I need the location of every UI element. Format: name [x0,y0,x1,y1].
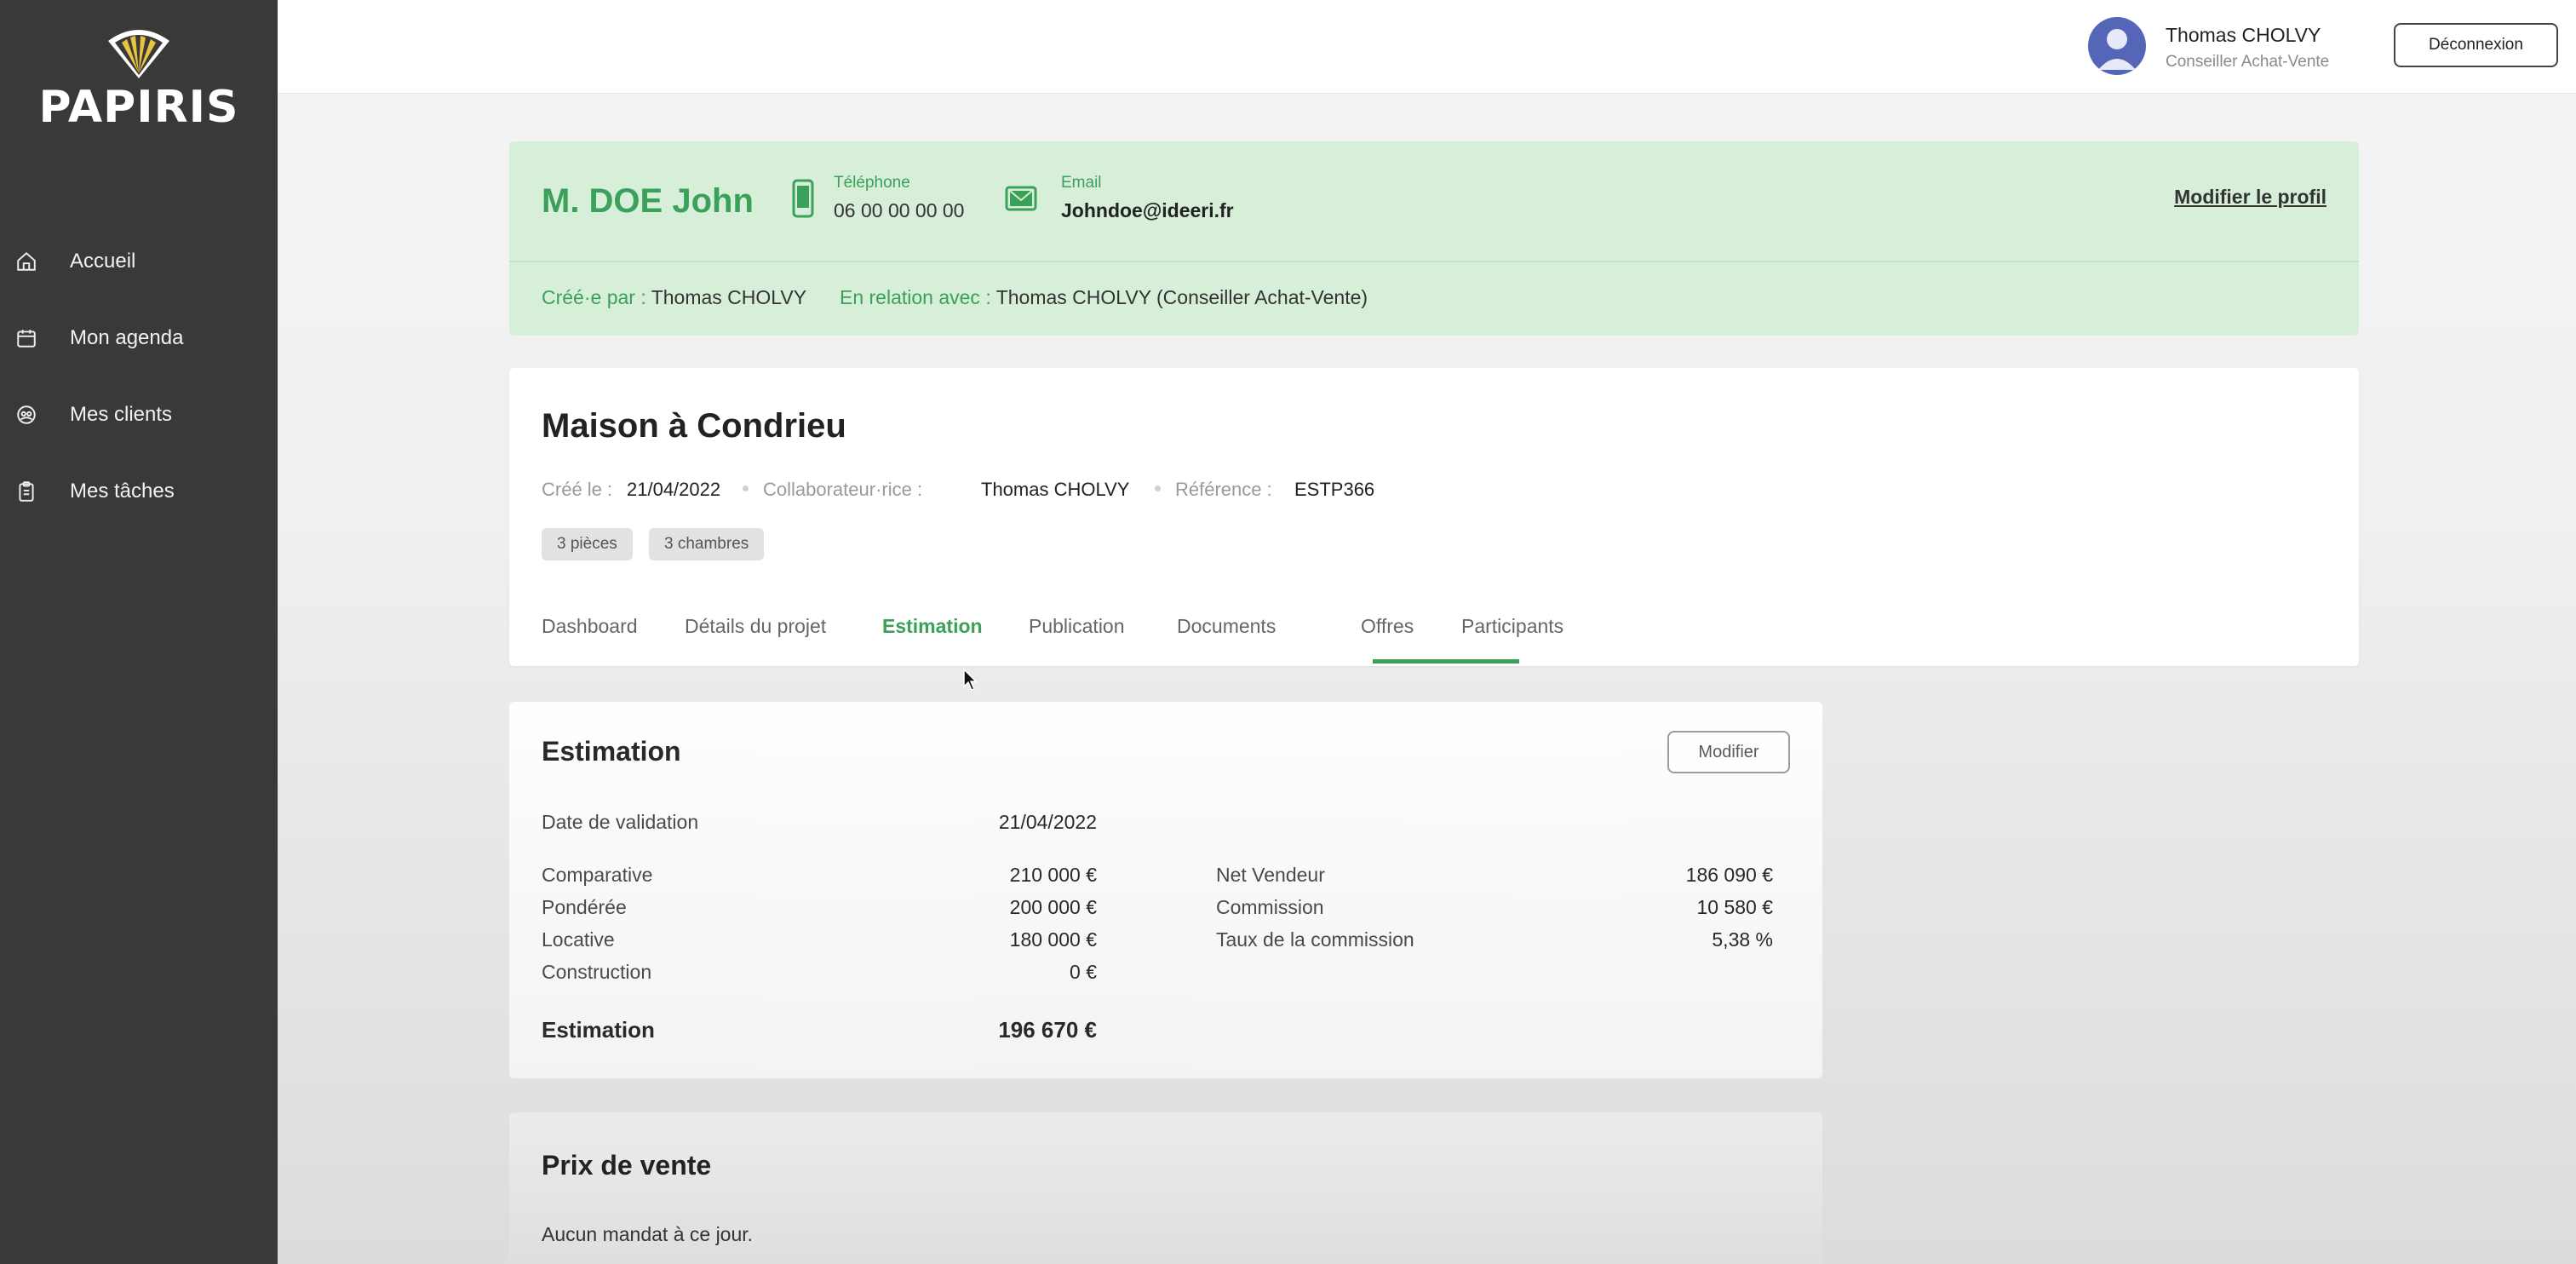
tab-estimation[interactable]: Estimation [882,615,983,638]
tab-publication[interactable]: Publication [1029,615,1125,638]
row-value: 5,38 % [1712,928,1773,951]
email-value[interactable]: Johndoe@ideeri.fr [1061,199,1234,222]
row-label: Comparative [542,864,653,886]
estimation-total-label: Estimation [542,1017,655,1043]
relation-label: En relation avec : [840,286,991,308]
user-name: Thomas CHOLVY [2166,24,2321,46]
home-icon [14,249,39,274]
phone-label: Téléphone [834,174,910,192]
active-tab-indicator [1373,659,1519,664]
row-value: 200 000 € [1009,896,1097,918]
validation-date-label: Date de validation [542,811,699,833]
created-by-value: Thomas CHOLVY [651,286,807,308]
sidebar-item-clients[interactable]: Mes clients [0,376,278,453]
row-value: 186 090 € [1685,864,1773,886]
tag-bedrooms: 3 chambres [649,528,765,560]
sidebar-item-label: Mes clients [70,403,173,426]
relation-value: Thomas CHOLVY (Conseiller Achat-Vente) [995,286,1368,308]
created-by-label: Créé·e par : [542,286,646,308]
phone-value[interactable]: 06 00 00 00 00 [834,199,964,222]
ref-value: ESTP366 [1294,479,1375,500]
meta-separator [1155,485,1161,491]
clipboard-icon [14,479,39,504]
project-title: Maison à Condrieu [542,407,846,445]
project-card: Maison à Condrieu Créé le : 21/04/2022 C… [509,368,2359,666]
phone-icon [792,179,814,218]
row-value: 210 000 € [1009,864,1097,886]
edit-profile-link[interactable]: Modifier le profil [2174,186,2326,209]
row-label: Commission [1216,896,1324,918]
user-avatar-icon [2098,29,2136,70]
sidebar-item-agenda[interactable]: Mon agenda [0,300,278,376]
tab-details[interactable]: Détails du projet [685,615,826,638]
user-role: Conseiller Achat-Vente [2166,53,2330,71]
row-value: 180 000 € [1009,928,1097,951]
logo-fan-icon [108,30,169,78]
relation: En relation avec : Thomas CHOLVY (Consei… [840,286,1368,309]
row-value: 0 € [1070,961,1097,983]
created-value: 21/04/2022 [627,479,721,500]
price-title: Prix de vente [542,1150,712,1181]
estimation-title: Estimation [542,736,681,767]
divider [509,261,2359,262]
collab-label: Collaborateur·rice : [763,479,923,500]
sidebar-item-label: Mon agenda [70,326,184,349]
calendar-icon [14,325,39,351]
tab-participants[interactable]: Participants [1461,615,1563,638]
estimation-total-value: 196 670 € [998,1017,1097,1043]
clients-icon [14,402,39,428]
meta-separator [743,485,749,491]
price-empty-message: Aucun mandat à ce jour. [542,1223,754,1245]
row-label: Taux de la commission [1216,928,1414,951]
user-avatar[interactable] [2088,17,2146,75]
sidebar-item-label: Mes tâches [70,480,175,503]
sidebar-item-accueil[interactable]: Accueil [0,223,278,300]
logo-text: PAPIRIS [38,82,239,133]
estimation-card: Estimation Modifier Date de validation 2… [509,702,1822,1078]
row-label: Construction [542,961,652,983]
tab-offres[interactable]: Offres [1361,615,1414,638]
row-label: Net Vendeur [1216,864,1325,886]
collab-value: Thomas CHOLVY [981,479,1130,500]
row-value: 10 580 € [1696,896,1773,918]
tab-documents[interactable]: Documents [1177,615,1276,638]
price-card: Prix de vente Aucun mandat à ce jour. [509,1112,1822,1264]
created-label: Créé le : [542,479,613,500]
tab-dashboard[interactable]: Dashboard [542,615,638,638]
app-logo[interactable]: PAPIRIS [0,24,278,133]
sidebar: PAPIRIS Accueil Mon agenda Mes clients M… [0,0,278,1264]
sidebar-nav: Accueil Mon agenda Mes clients Mes tâche… [0,223,278,530]
sidebar-item-taches[interactable]: Mes tâches [0,453,278,530]
row-label: Locative [542,928,615,951]
tag-rooms: 3 pièces [542,528,633,560]
modify-estimation-button[interactable]: Modifier [1667,731,1790,773]
top-bar [278,0,2576,94]
client-card: M. DOE John Téléphone 06 00 00 00 00 Ema… [509,141,2359,336]
validation-date-value: 21/04/2022 [998,811,1097,833]
created-by: Créé·e par : Thomas CHOLVY [542,286,806,309]
mouse-cursor-icon [963,668,978,691]
logout-button[interactable]: Déconnexion [2394,23,2558,67]
row-label: Pondérée [542,896,627,918]
email-icon [1005,186,1037,211]
ref-label: Référence : [1175,479,1272,500]
sidebar-item-label: Accueil [70,250,136,273]
client-name: M. DOE John [542,182,754,220]
email-label: Email [1061,174,1102,192]
